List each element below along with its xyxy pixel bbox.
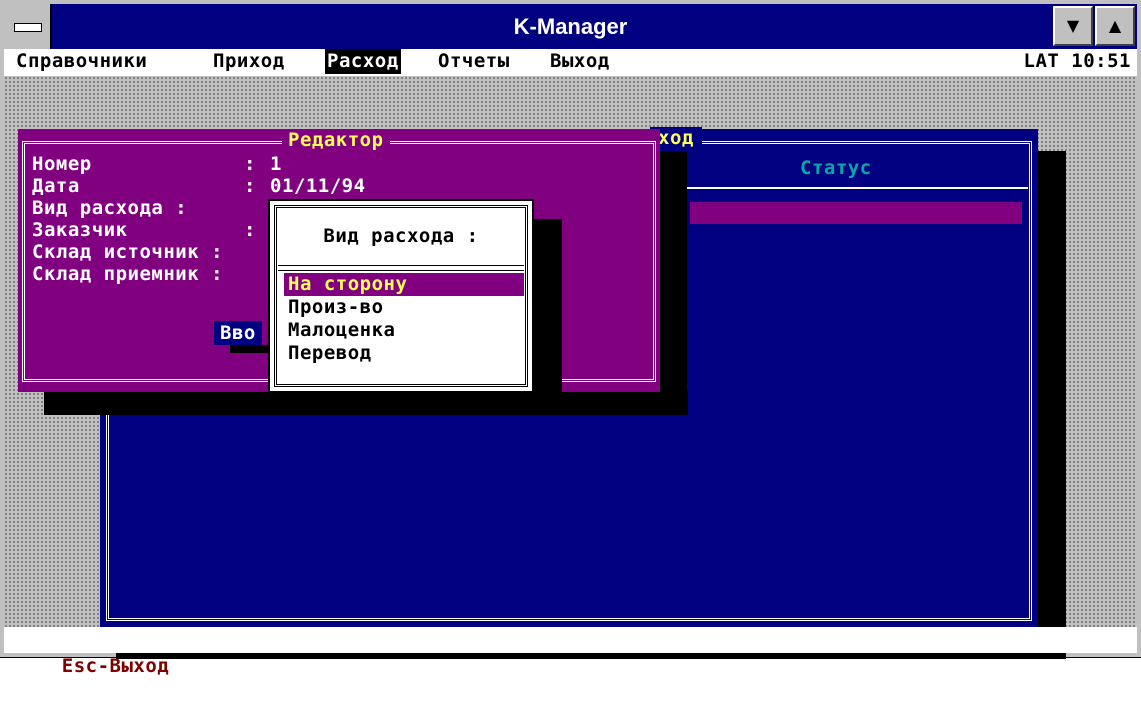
popup-title: Вид расхода : — [323, 225, 479, 247]
menu-bar: Справочники Приход Расход Отчеты Выход L… — [4, 49, 1137, 74]
minimize-icon: ▼ — [1066, 16, 1080, 35]
field-colon-date: : — [244, 175, 256, 197]
menu-expense[interactable]: Расход — [325, 49, 401, 74]
menu-income[interactable]: Приход — [211, 49, 287, 74]
field-label-number: Номер — [32, 153, 92, 175]
option-perevod[interactable]: Перевод — [284, 342, 524, 365]
status-hint-esc: Esc-Выход — [61, 655, 170, 677]
option-malocenka[interactable]: Малоценка — [284, 319, 524, 342]
field-label-date: Дата — [32, 175, 80, 197]
keyboard-clock-indicator: LAT 10:51 — [1023, 50, 1131, 72]
field-label-target-warehouse: Склад приемник : — [32, 263, 224, 285]
field-label-customer: Заказчик — [32, 219, 128, 241]
enter-button[interactable]: Вво — [214, 321, 262, 345]
minimize-button[interactable]: ▼ — [1053, 6, 1093, 46]
field-label-expense-type: Вид расхода : — [32, 197, 188, 219]
popup-shadow-bottom — [288, 392, 562, 412]
menu-exit[interactable]: Выход — [548, 49, 612, 74]
field-value-date[interactable]: 01/11/94 — [270, 175, 366, 197]
window-title: K-Manager — [513, 14, 628, 39]
desktop-background: ход Статус Редактор Номер : 1 Дата : 01/… — [4, 76, 1137, 659]
popup-shadow-right — [534, 219, 562, 411]
field-label-source-warehouse: Склад источник : — [32, 241, 224, 263]
popup-separator — [278, 265, 524, 271]
option-proiz-vo[interactable]: Произ-во — [284, 296, 524, 319]
expense-type-popup: Вид расхода : На сторону Произ-во Малоце… — [268, 199, 534, 393]
maximize-button[interactable]: ▲ — [1095, 6, 1135, 46]
editor-title: Редактор — [282, 129, 390, 151]
field-value-number[interactable]: 1 — [270, 153, 282, 175]
menu-reports[interactable]: Отчеты — [436, 49, 512, 74]
column-header-status: Статус — [800, 157, 872, 179]
status-bar: Esc-Выход — [4, 627, 1137, 677]
list-selected-row[interactable] — [690, 202, 1022, 224]
field-colon-number: : — [244, 153, 256, 175]
menu-references[interactable]: Справочники — [14, 49, 149, 74]
maximize-icon: ▲ — [1108, 16, 1122, 35]
dos-screen: Справочники Приход Расход Отчеты Выход L… — [4, 49, 1137, 677]
field-colon-customer: : — [244, 219, 256, 241]
option-na-storonu[interactable]: На сторону — [284, 273, 524, 296]
editor-shadow-right — [659, 151, 687, 415]
